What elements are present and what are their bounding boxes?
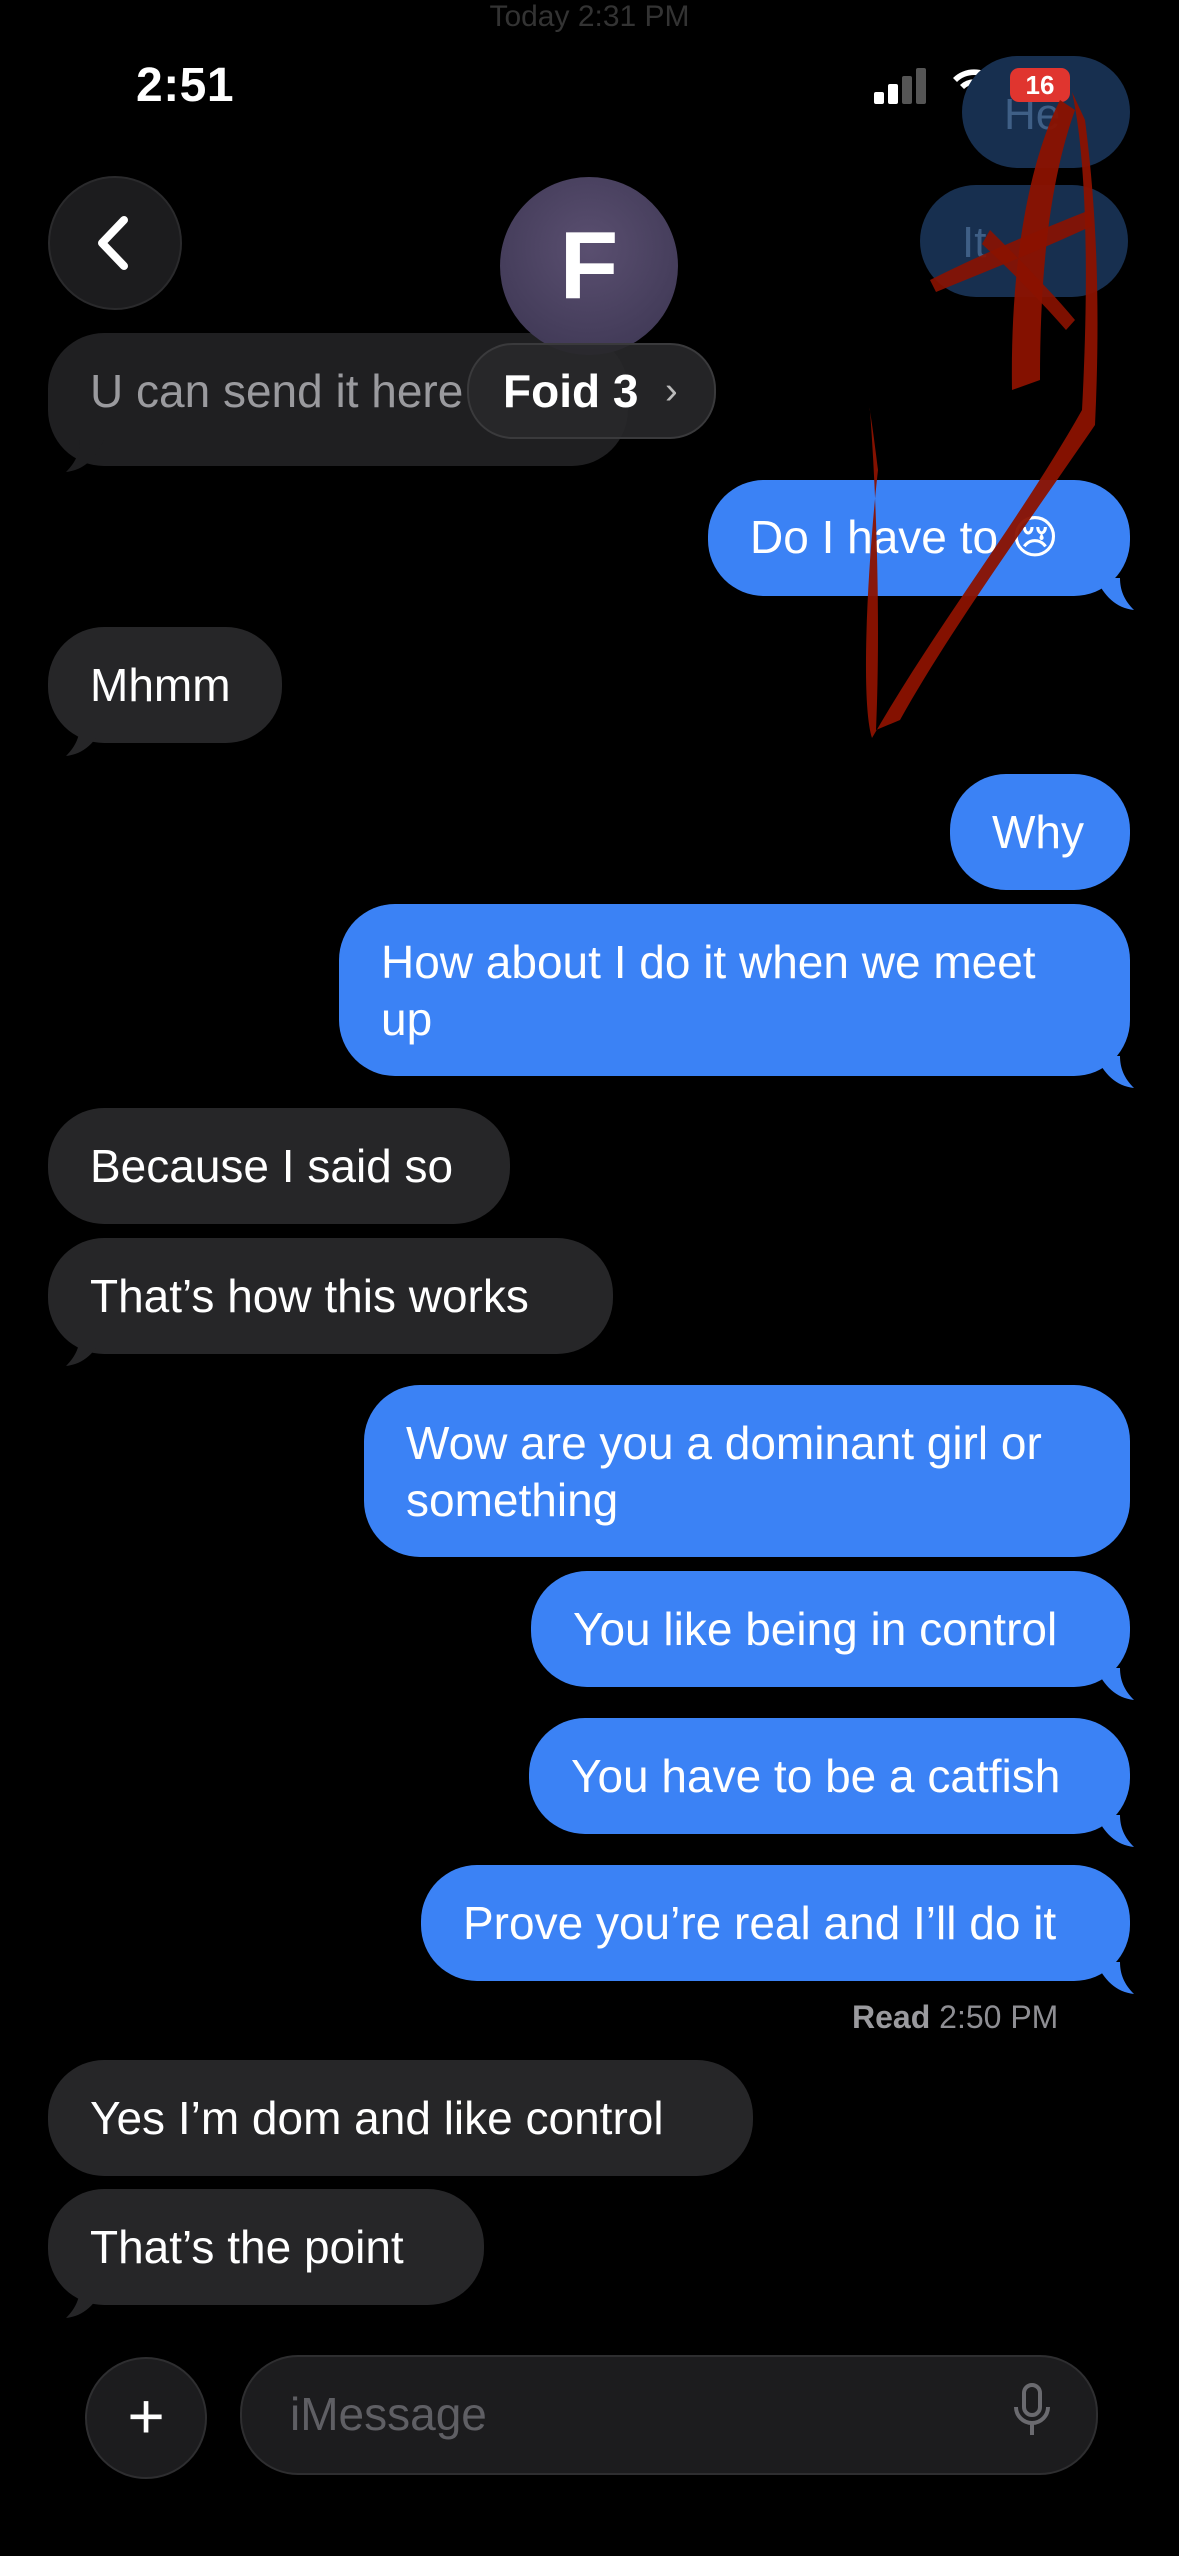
message-text: That’s how this works (90, 1270, 529, 1322)
message-text: Because I said so (90, 1140, 454, 1192)
message-bubble-outgoing[interactable]: Prove you’re real and I’ll do it (421, 1865, 1130, 1981)
bubble-tail (1096, 578, 1134, 610)
message-text: That’s the point (90, 2221, 404, 2273)
message-text: Yes I’m dom and like control (90, 2092, 664, 2144)
contact-name: Foid 3 (503, 365, 639, 417)
bubble-tail (66, 2286, 104, 2318)
back-button[interactable] (48, 176, 182, 310)
chevron-right-icon: › (665, 370, 678, 412)
message-bubble-incoming[interactable]: Because I said so (48, 1108, 510, 1224)
faded-message-bubble (920, 185, 1128, 297)
message-bubble-outgoing[interactable]: How about I do it when we meet up (339, 904, 1130, 1076)
read-time: 2:50 PM (939, 1999, 1059, 2035)
plus-icon: + (127, 2380, 165, 2452)
message-bubble-outgoing[interactable]: Wow are you a dominant girl or something (364, 1385, 1130, 1557)
message-bubble-incoming[interactable]: That’s how this works (48, 1238, 613, 1354)
message-bubble-outgoing[interactable]: Do I have to 😢 (708, 480, 1130, 596)
bubble-tail (1096, 1962, 1134, 1994)
faded-message-text: It (962, 218, 987, 267)
message-text: U can send it here (90, 365, 464, 417)
faded-date-header: Today 2:31 PM (489, 0, 690, 33)
message-bubble-incoming[interactable]: Yes I’m dom and like control (48, 2060, 753, 2176)
message-text: You have to be a catfish (571, 1750, 1061, 1802)
imessage-placeholder: iMessage (290, 2388, 487, 2440)
message-text: You like being in control (573, 1603, 1058, 1655)
bubble-tail (1096, 1056, 1134, 1088)
message-bubble-outgoing[interactable]: Why (950, 774, 1130, 890)
microphone-icon[interactable] (1012, 2383, 1052, 2439)
message-bubble-incoming[interactable]: That’s the point (48, 2189, 484, 2305)
bubble-tail (1096, 1668, 1134, 1700)
message-text: Mhmm (90, 659, 231, 711)
message-bubble-outgoing[interactable]: You like being in control (531, 1571, 1130, 1687)
message-text: Prove you’re real and I’ll do it (463, 1897, 1057, 1949)
read-receipt: Read 2:50 PM (852, 1999, 1058, 2036)
message-text: How about I do it when we meet up (381, 936, 1036, 1045)
message-text: Why (992, 806, 1084, 858)
chevron-left-icon (98, 216, 128, 270)
battery-indicator: 16 (1010, 68, 1070, 102)
bubble-tail (66, 724, 104, 756)
bubble-tail (66, 1334, 104, 1366)
message-text: Wow are you a dominant girl or something (406, 1417, 1042, 1526)
bubble-tail (1096, 1815, 1134, 1847)
message-text: Do I have to 😢 (750, 511, 1059, 563)
cellular-signal-icon (874, 68, 926, 104)
message-bubble-outgoing[interactable]: You have to be a catfish (529, 1718, 1130, 1834)
read-label: Read (852, 1999, 931, 2035)
status-time: 2:51 (136, 59, 235, 112)
bubble-tail (66, 440, 104, 472)
contact-avatar[interactable]: F (500, 177, 678, 355)
